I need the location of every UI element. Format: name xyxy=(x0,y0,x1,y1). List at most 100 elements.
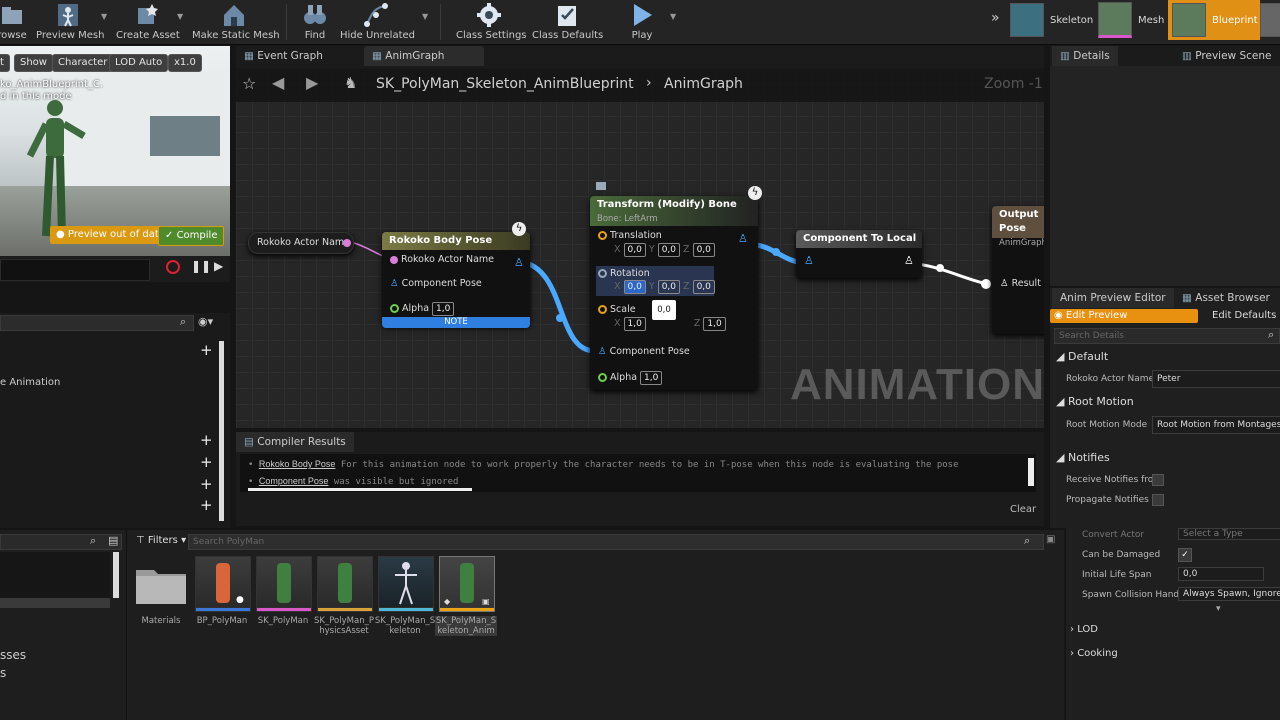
selected-folder-row[interactable] xyxy=(0,598,110,608)
pin-input[interactable] xyxy=(598,305,607,314)
pin-input[interactable] xyxy=(598,269,607,278)
tree-item-misc[interactable]: s xyxy=(0,666,6,680)
pose-output-pin-icon[interactable]: ♙ xyxy=(514,256,524,269)
initial-life-span-field[interactable]: 0,0 xyxy=(1178,567,1264,581)
mode-mesh-button[interactable]: Mesh xyxy=(1098,0,1164,40)
class-defaults-button[interactable]: Class Defaults xyxy=(532,0,603,44)
tab-anim-preview-editor[interactable]: Anim Preview Editor xyxy=(1052,288,1174,308)
asset-tile-bp-polyman[interactable]: ● xyxy=(195,556,251,612)
pose-pin-icon[interactable]: ♙ xyxy=(1000,278,1009,289)
save-search-icon[interactable]: ▣ xyxy=(1046,534,1055,545)
create-asset-button[interactable]: Create Asset xyxy=(116,0,180,44)
log-link-body-pose[interactable]: Rokoko Body Pose xyxy=(259,459,336,469)
search-icon[interactable]: ⌕ xyxy=(1024,534,1030,548)
tab-asset-browser[interactable]: ▦ Asset Browser xyxy=(1174,288,1278,308)
asset-tile-sk-polyman[interactable] xyxy=(256,556,312,612)
tree-item-animation[interactable]: e Animation xyxy=(0,377,60,388)
section-default[interactable]: ◢ Default xyxy=(1056,350,1108,363)
add-icon[interactable]: + xyxy=(200,475,213,493)
pose-pin-icon[interactable]: ♙ xyxy=(390,278,399,289)
search-icon[interactable]: ⌕ xyxy=(90,534,96,548)
compile-button[interactable]: ✓ Compile xyxy=(158,226,225,246)
character-button[interactable]: Character xyxy=(52,54,114,72)
filters-button[interactable]: ⊤ Filters ▾ xyxy=(136,535,186,546)
translation-y-field[interactable]: 0,0 xyxy=(657,243,681,257)
playback-speed-button[interactable]: x1.0 xyxy=(168,54,202,72)
folder-search-input[interactable] xyxy=(0,534,122,550)
blueprint-search-input[interactable] xyxy=(0,315,194,331)
rotation-y-field[interactable]: 0,0 xyxy=(657,280,681,294)
play-forward-icon[interactable]: ▶ xyxy=(214,259,223,273)
pause-icon[interactable]: ❚❚ xyxy=(191,259,211,273)
pose-output-pin-icon[interactable]: ♙ xyxy=(904,254,914,267)
rotation-x-field[interactable]: 0,0 xyxy=(623,280,646,294)
receive-notifies-checkbox[interactable] xyxy=(1152,474,1164,486)
translation-z-field[interactable]: 0,0 xyxy=(692,243,715,257)
log-link-component-pose[interactable]: Component Pose xyxy=(259,476,329,486)
view-options-icon[interactable]: ◉▾ xyxy=(198,315,213,328)
list-view-icon[interactable]: ▤ xyxy=(108,534,118,547)
hide-unrelated-button[interactable]: Hide Unrelated xyxy=(340,0,415,44)
add-icon[interactable]: + xyxy=(200,341,213,359)
vertical-scrollbar[interactable] xyxy=(1028,458,1034,486)
folder-tree[interactable] xyxy=(0,552,110,598)
search-icon[interactable]: ⌕ xyxy=(180,315,186,329)
scrollbar[interactable] xyxy=(113,552,119,598)
class-settings-button[interactable]: Class Settings xyxy=(456,0,527,44)
clear-button[interactable]: Clear xyxy=(1010,504,1036,515)
alpha-field[interactable]: 1,0 xyxy=(432,302,455,316)
tree-item-classes[interactable]: sses xyxy=(0,648,26,662)
tab-anim-graph[interactable]: ▦ AnimGraph xyxy=(364,46,484,66)
rokoko-body-pose-node[interactable]: Rokoko Body Pose ϟ Rokoko Actor Name ♙ ♙… xyxy=(382,222,530,328)
translation-x-field[interactable]: 0,0 xyxy=(623,243,646,257)
add-icon[interactable]: + xyxy=(200,431,213,449)
timeline-bar[interactable] xyxy=(0,259,150,281)
alpha-field[interactable]: 1,0 xyxy=(640,371,663,385)
tab-preview-scene-settings[interactable]: ▥ Preview Scene Set xyxy=(1174,46,1280,82)
find-button[interactable]: Find xyxy=(294,0,336,44)
play-button[interactable]: Play xyxy=(620,0,664,44)
pin-input[interactable] xyxy=(390,255,398,264)
add-icon[interactable]: + xyxy=(200,453,213,471)
pose-pin-icon[interactable]: ♙ xyxy=(598,346,607,357)
search-icon[interactable]: ⌕ xyxy=(1268,328,1274,342)
content-search-input[interactable]: Search PolyMan xyxy=(188,534,1044,550)
double-chevron-right-icon[interactable]: » xyxy=(991,10,1000,26)
pose-input-pin-icon[interactable]: ♙ xyxy=(804,254,814,267)
make-static-mesh-button[interactable]: Make Static Mesh xyxy=(192,0,280,44)
actor-name-field[interactable]: Peter xyxy=(1152,370,1280,388)
section-lod[interactable]: › LOD xyxy=(1070,624,1098,635)
horizontal-scrollbar[interactable] xyxy=(248,488,472,491)
chevron-down-icon[interactable]: ▼ xyxy=(670,12,676,21)
anim-graph-canvas[interactable]: ☆ ◀ ▶ ♞ SK_PolyMan_Skeleton_AnimBlueprin… xyxy=(236,68,1044,428)
edit-defaults-button[interactable]: Edit Defaults xyxy=(1212,310,1276,321)
mode-skeleton-button[interactable]: Skeleton xyxy=(1010,0,1093,40)
asset-tile-physics-asset[interactable] xyxy=(317,556,373,612)
scrollbar[interactable] xyxy=(219,341,224,521)
can-be-damaged-checkbox[interactable]: ✓ xyxy=(1178,548,1192,562)
details-search-input[interactable]: Search Details xyxy=(1054,328,1280,344)
pin-output[interactable] xyxy=(343,239,351,247)
preview-viewport[interactable]: t Show Character LOD Auto x1.0 ko_AnimBl… xyxy=(0,46,230,256)
lod-auto-button[interactable]: LOD Auto xyxy=(109,54,169,72)
output-pose-node[interactable]: Output Pose AnimGraph ♙ Result xyxy=(992,206,1044,334)
actor-name-variable-node[interactable]: Rokoko Actor Name xyxy=(248,232,354,254)
pin-input[interactable] xyxy=(598,373,607,382)
propagate-notifies-checkbox[interactable] xyxy=(1152,494,1164,506)
expand-arrow-icon[interactable]: ▾ xyxy=(1216,604,1221,614)
root-motion-select[interactable]: Root Motion from Montages O xyxy=(1152,416,1280,434)
scale-x-field[interactable]: 1,0 xyxy=(623,317,646,331)
chevron-down-icon[interactable]: ▼ xyxy=(422,12,428,21)
transform-modify-bone-node[interactable]: Transform (Modify) Bone Bone: LeftArm ϟ … xyxy=(590,182,762,390)
mode-blueprint-button[interactable]: Blueprint xyxy=(1168,0,1260,40)
chevron-down-icon[interactable]: ▼ xyxy=(101,12,107,21)
show-button[interactable]: Show xyxy=(14,54,53,72)
mode-extra-button[interactable] xyxy=(1260,0,1280,40)
asset-tile-skeleton[interactable] xyxy=(378,556,434,612)
tab-details[interactable]: ▥ Details xyxy=(1052,46,1118,66)
tab-compiler-results[interactable]: ▤ Compiler Results xyxy=(236,432,354,452)
record-icon[interactable] xyxy=(166,260,180,274)
browse-button[interactable]: rowse xyxy=(0,0,28,44)
edit-preview-button[interactable]: ◉ Edit Preview xyxy=(1050,309,1198,323)
asset-tile-materials[interactable] xyxy=(134,556,188,610)
